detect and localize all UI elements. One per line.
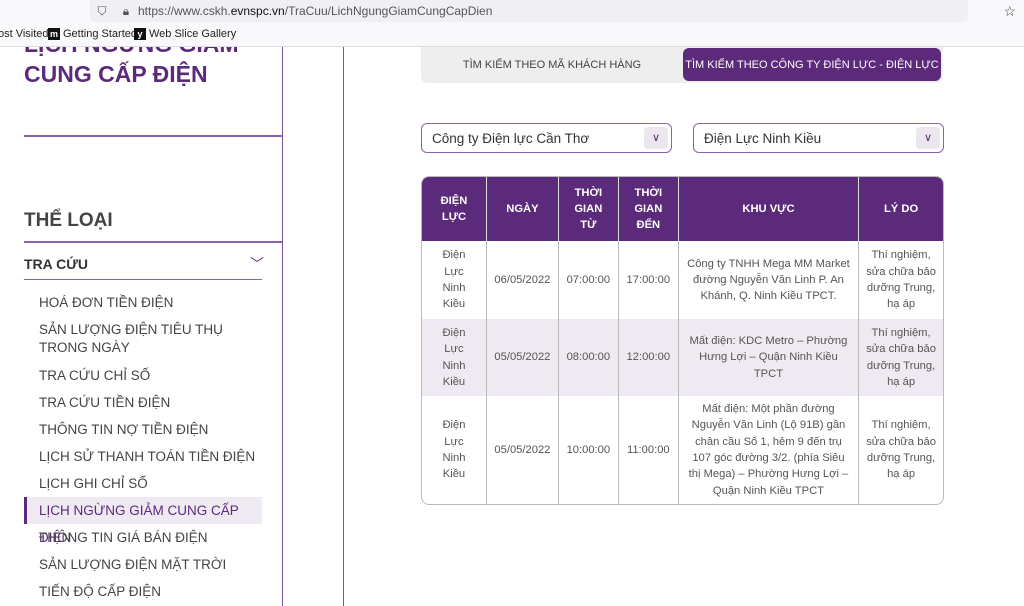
unit-select[interactable]: Điện Lực Ninh Kiều ∨ [693,123,944,153]
header-ngay: NGÀY [486,177,559,241]
url-prefix: https://www.cskh. [138,4,231,18]
bookmark-most-visited[interactable]: ost Visited [0,28,49,40]
category-heading: THỂ LOẠI [24,210,113,231]
cell-den: 12:00:00 [618,319,679,396]
tab-power-company[interactable]: TÌM KIẾM THEO CÔNG TY ĐIỆN LỰC - ĐIỆN LỰ… [683,48,941,81]
sidebar-item-san-luong-tieu-thu[interactable]: SẢN LƯỢNG ĐIỆN TIÊU THỤ TRONG NGÀY [24,321,262,357]
bookmark-label: ost Visited [0,28,49,40]
cell-ly-do: Thí nghiệm, sửa chữa bảo dưỡng Trung, hạ… [859,319,943,396]
header-thoi-gian-den: THỜI GIAN ĐẾN [618,177,679,241]
header-thoi-gian-tu: THỜI GIAN TỪ [558,177,619,241]
cell-ngay: 05/05/2022 [486,319,559,396]
cell-den: 17:00:00 [619,241,679,319]
browser-chrome: ⛉ 🔒︎ https://www.cskh. evnspc.vn/TraCuu/L… [0,0,1024,47]
cell-tu: 08:00:00 [558,319,619,396]
cell-dien-luc: Điện Lực Ninh Kiều [422,396,487,504]
table-header-row: ĐIỆN LỰC NGÀY THỜI GIAN TỪ THỜI GIAN ĐẾN… [422,177,943,241]
page-title-line1: LỊCH NGỪNG GIẢM [24,47,239,58]
sidebar-item-thong-tin-no[interactable]: THÔNG TIN NỢ TIỀN ĐIỆN [24,421,262,439]
chevron-down-icon[interactable]: ∨ [644,127,668,149]
sidebar-item-lich-ghi-chi-so[interactable]: LỊCH GHI CHỈ SỐ [24,475,262,493]
company-select-value: Công ty Điện lực Cần Thơ [432,130,590,146]
content-divider [343,47,344,606]
search-tabs: TÌM KIẾM THEO MÃ KHÁCH HÀNG TÌM KIẾM THE… [421,47,943,83]
getting-started-icon: m [48,28,60,40]
url-host: evnspc.vn [230,4,285,18]
bookmark-label: Getting Started [63,28,137,40]
unit-select-value: Điện Lực Ninh Kiều [704,130,822,146]
header-ly-do: LÝ DO [859,177,943,241]
header-khu-vuc: KHU VỰC [678,177,860,241]
divider [24,135,282,137]
table-row: Điện Lực Ninh Kiều 05/05/2022 10:00:00 1… [422,396,943,504]
cell-tu: 10:00:00 [559,396,619,504]
address-bar[interactable]: ⛉ 🔒︎ https://www.cskh. evnspc.vn/TraCuu/L… [90,0,968,22]
section-tra-cuu[interactable]: TRA CỨU [24,256,88,272]
bookmark-star-icon[interactable]: ☆ [1003,3,1016,20]
bookmark-web-slice-gallery[interactable]: y Web Slice Gallery [134,28,236,40]
company-select[interactable]: Công ty Điện lực Cần Thơ ∨ [421,123,672,153]
sidebar-item-lich-su-thanh-toan[interactable]: LỊCH SỬ THANH TOÁN TIỀN ĐIỆN [24,448,262,466]
sidebar-item-tra-cuu-tien-dien[interactable]: TRA CỨU TIỀN ĐIỆN [24,394,262,412]
page-title-line2: CUNG CẤP ĐIỆN [24,61,208,87]
sidebar-divider [282,47,283,606]
cell-dien-luc: Điện Lực Ninh Kiều [422,319,487,396]
cell-khu-vuc: Mất điện: KDC Metro – Phường Hưng Lợi – … [678,319,860,396]
chevron-down-icon[interactable]: ∨ [916,127,940,149]
sidebar-item-dien-mat-troi[interactable]: SẢN LƯỢNG ĐIỆN MẶT TRỜI [24,556,262,574]
shield-icon[interactable]: ⛉ [90,4,114,19]
chevron-down-icon[interactable]: ﹀ [250,254,264,274]
divider [24,279,262,280]
sidebar-item-hoa-don[interactable]: HOÁ ĐƠN TIỀN ĐIỆN [24,294,262,312]
web-slice-icon: y [134,28,146,40]
sidebar-item-tien-do-cap-dien[interactable]: TIẾN ĐỘ CẤP ĐIỆN [24,583,262,601]
sidebar-item-lich-ngung-giam[interactable]: LỊCH NGỪNG GIẢM CUNG CẤP ĐIỆN [24,497,262,545]
table-row: Điện Lực Ninh Kiều 06/05/2022 07:00:00 1… [422,241,943,319]
divider [24,241,282,243]
bookmark-label: Web Slice Gallery [149,28,237,40]
sidebar-item-tra-cuu-chi-so[interactable]: TRA CỨU CHỈ SỐ [24,367,262,385]
tab-customer-code[interactable]: TÌM KIẾM THEO MÃ KHÁCH HÀNG [421,48,683,81]
cell-den: 11:00:00 [619,396,679,504]
header-dien-luc: ĐIỆN LỰC [422,177,487,241]
url-path: /TraCuu/LichNgungGiamCungCapDien [284,4,493,18]
sidebar-item-gia-ban-dien[interactable]: THÔNG TIN GIÁ BÁN ĐIỆN [24,529,262,547]
cell-ly-do: Thí nghiệm, sửa chữa bảo dưỡng Trung, hạ… [866,249,936,311]
cell-khu-vuc: Mất điện: Một phần đường Nguyễn Văn Linh… [679,396,860,504]
table-row: Điện Lực Ninh Kiều 05/05/2022 08:00:00 1… [422,319,943,396]
cell-khu-vuc: Công ty TNHH Mega MM Market đường Nguyễn… [679,241,860,319]
cell-ngay: 06/05/2022 [487,241,559,319]
cell-dien-luc: Điện Lực Ninh Kiều [422,241,487,319]
cell-ngay: 05/05/2022 [487,396,559,504]
outage-schedule-table: ĐIỆN LỰC NGÀY THỜI GIAN TỪ THỜI GIAN ĐẾN… [421,176,944,505]
lock-icon[interactable]: 🔒︎ [114,4,138,19]
cell-tu: 07:00:00 [559,241,619,319]
cell-ly-do: Thí nghiệm, sửa chữa bảo dưỡng Trung, hạ… [866,419,936,481]
bookmark-getting-started[interactable]: m Getting Started [48,28,137,40]
